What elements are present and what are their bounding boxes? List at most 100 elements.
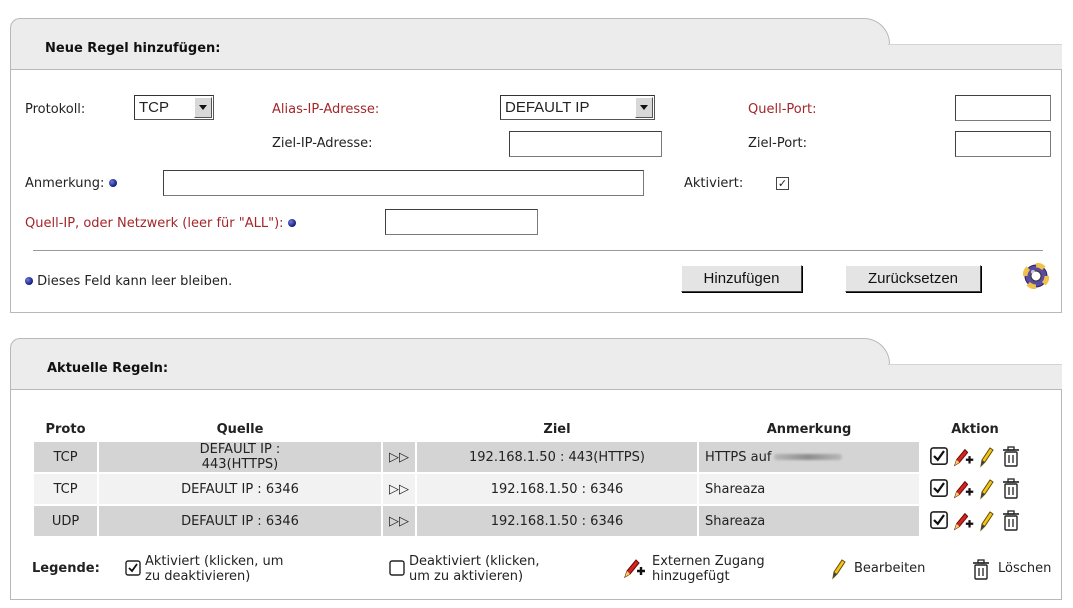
legend-inactive: Deaktiviert (klicken, um zu aktivieren) xyxy=(389,554,540,584)
row-source: DEFAULT IP : 6346 xyxy=(99,506,381,536)
table-row: TCP DEFAULT IP : 443(HTTPS) ▷▷ 192.168.1… xyxy=(34,442,1029,472)
row-actions xyxy=(921,474,1029,504)
trash-icon[interactable] xyxy=(1000,478,1022,500)
protocol-select[interactable]: TCP xyxy=(134,95,214,120)
col-arrow xyxy=(383,418,415,440)
dest-port-label: Ziel-Port: xyxy=(748,136,807,151)
current-rules-panel: Aktuelle Regeln: Proto Quelle Ziel Anmer… xyxy=(10,338,1062,600)
pencil-plus-icon[interactable] xyxy=(952,510,974,532)
active-checkbox[interactable]: ✓ xyxy=(776,177,789,190)
reset-button[interactable]: Zurücksetzen xyxy=(845,265,981,292)
source-port-label: Quell-Port: xyxy=(748,102,817,117)
row-arrow: ▷▷ xyxy=(383,442,415,472)
source-ip-input[interactable] xyxy=(385,209,538,235)
row-actions xyxy=(921,442,1029,472)
pencil-icon[interactable] xyxy=(976,510,998,532)
row-proto: TCP xyxy=(34,474,97,504)
legend-delete: Löschen xyxy=(972,559,1051,585)
add-rule-title: Neue Regel hinzufügen: xyxy=(45,41,221,56)
row-dest: 192.168.1.50 : 443(HTTPS) xyxy=(417,442,697,472)
alias-ip-select[interactable]: DEFAULT IP xyxy=(500,95,655,120)
row-note-text: HTTPS auf xyxy=(705,449,772,465)
row-dest: 192.168.1.50 : 6346 xyxy=(417,474,697,504)
legend-external: Externen Zugang hinzugefügt xyxy=(622,554,765,584)
row-note: Shareaza xyxy=(699,506,919,536)
protocol-select-value: TCP xyxy=(139,99,169,116)
checkbox-checked-icon[interactable] xyxy=(928,510,950,532)
forward-arrow-icon: ▷▷ xyxy=(389,449,409,465)
table-row: UDP DEFAULT IP : 6346 ▷▷ 192.168.1.50 : … xyxy=(34,506,1029,536)
add-rule-form: Protokoll: TCP Alias-IP-Adresse: DEFAULT… xyxy=(10,69,1062,313)
legend: Legende: Aktiviert (klicken, um zu deakt… xyxy=(32,554,1062,594)
col-action: Aktion xyxy=(951,421,999,437)
checkbox-unchecked-icon xyxy=(389,560,409,580)
legend-edit-text: Bearbeiten xyxy=(854,561,926,576)
row-proto: TCP xyxy=(34,442,97,472)
row-note: HTTPS auf xyxy=(699,442,919,472)
current-rules-title: Aktuelle Regeln: xyxy=(47,361,169,376)
note-label: Anmerkung: xyxy=(25,176,117,191)
col-dest: Ziel xyxy=(543,421,571,437)
active-label: Aktiviert: xyxy=(684,176,744,191)
col-note: Anmerkung xyxy=(766,421,852,437)
pencil-icon xyxy=(830,558,854,584)
legend-active-text: Aktiviert (klicken, um zu deaktivieren) xyxy=(145,554,283,584)
forward-arrow-icon: ▷▷ xyxy=(389,513,409,529)
row-source: DEFAULT IP : 443(HTTPS) xyxy=(99,442,381,472)
legend-inactive-text: Deaktiviert (klicken, um zu aktivieren) xyxy=(409,554,540,584)
legend-active-line2: zu deaktivieren) xyxy=(145,569,251,584)
dest-ip-input[interactable] xyxy=(509,131,662,157)
legend-external-line2: hinzugefügt xyxy=(652,569,730,584)
checkbox-checked-icon[interactable] xyxy=(928,446,950,468)
panel-header-strip xyxy=(888,364,1062,390)
legend-inactive-line2: um zu aktivieren) xyxy=(409,569,524,584)
add-rule-tab: Neue Regel hinzufügen: xyxy=(10,18,890,70)
pencil-plus-icon[interactable] xyxy=(952,478,974,500)
legend-delete-text: Löschen xyxy=(998,561,1052,576)
current-rules-tab: Aktuelle Regeln: xyxy=(10,338,890,390)
alias-ip-select-value: DEFAULT IP xyxy=(505,99,590,116)
col-source: Quelle xyxy=(216,421,264,437)
pencil-icon[interactable] xyxy=(976,446,998,468)
trash-icon xyxy=(972,559,998,585)
dest-ip-label: Ziel-IP-Adresse: xyxy=(272,136,373,151)
optional-dot-icon xyxy=(108,178,117,187)
legend-active-line1: Aktiviert (klicken, um xyxy=(145,554,284,569)
legend-external-line1: Externen Zugang xyxy=(652,554,765,569)
pencil-icon[interactable] xyxy=(976,478,998,500)
dest-port-input[interactable] xyxy=(955,131,1051,157)
pencil-plus-icon xyxy=(622,557,652,583)
trash-icon[interactable] xyxy=(1000,510,1022,532)
row-source-text: DEFAULT IP : 443(HTTPS) xyxy=(199,442,281,472)
legend-external-text: Externen Zugang hinzugefügt xyxy=(652,554,765,584)
add-button[interactable]: Hinzufügen xyxy=(681,265,802,292)
checkbox-checked-icon xyxy=(125,560,145,580)
legend-edit: Bearbeiten xyxy=(830,558,926,584)
legend-label: Legende: xyxy=(32,561,100,576)
trash-icon[interactable] xyxy=(1000,446,1022,468)
checkbox-checked-icon[interactable] xyxy=(928,478,950,500)
note-input[interactable] xyxy=(163,170,644,196)
row-dest: 192.168.1.50 : 6346 xyxy=(417,506,697,536)
chevron-down-icon[interactable] xyxy=(194,97,212,118)
redacted-text xyxy=(774,454,843,460)
note-label-text: Anmerkung: xyxy=(25,176,105,191)
alias-ip-label: Alias-IP-Adresse: xyxy=(272,102,380,117)
row-actions xyxy=(921,506,1029,536)
chevron-down-icon[interactable] xyxy=(635,97,653,118)
help-lifebuoy-icon[interactable] xyxy=(1022,262,1050,290)
rules-table: Proto Quelle Ziel Anmerkung Aktion TCP D… xyxy=(32,416,1031,538)
source-ip-label: Quell-IP, oder Netzwerk (leer für "ALL")… xyxy=(25,216,296,231)
forward-arrow-icon: ▷▷ xyxy=(389,481,409,497)
table-header-row: Proto Quelle Ziel Anmerkung Aktion xyxy=(34,418,1029,440)
optional-dot-icon xyxy=(287,218,296,227)
row-arrow: ▷▷ xyxy=(383,474,415,504)
source-port-input[interactable] xyxy=(955,95,1051,121)
optional-dot-icon xyxy=(25,276,33,285)
optional-hint: Dieses Feld kann leer bleiben. xyxy=(25,274,232,289)
col-proto: Proto xyxy=(45,421,86,437)
legend-active: Aktiviert (klicken, um zu deaktivieren) xyxy=(125,554,283,584)
row-note: Shareaza xyxy=(699,474,919,504)
panel-header-strip xyxy=(888,44,1062,70)
pencil-plus-icon[interactable] xyxy=(952,446,974,468)
